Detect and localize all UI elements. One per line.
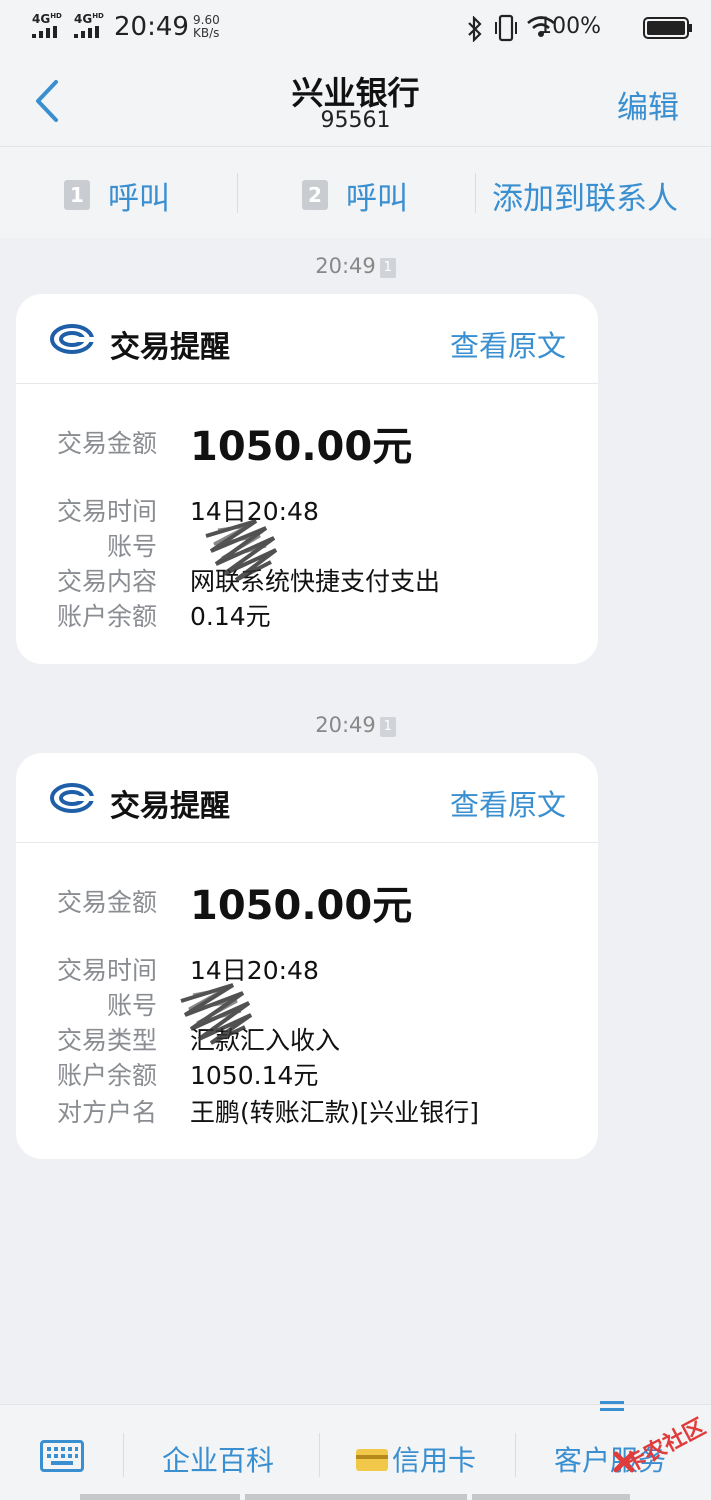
timestamp-text: 20:49 [315,254,376,278]
sender-number: 95561 [320,108,391,133]
field-label: 交易金额 [56,429,157,458]
field-label: 交易金额 [56,888,157,917]
card-title: 交易提醒 [110,789,230,824]
field-row: 交易时间 14日20:48 [16,492,598,526]
status-clock: 20:49 [114,12,189,42]
sim1-icon: 1 [64,180,90,210]
message-card[interactable]: 交易提醒 查看原文 交易金额 1050.00元 交易时间 14日20:48 账号… [16,753,598,1159]
signal-type-sim1: 4G [32,12,51,26]
field-row: 账户余额 1050.14元 [16,1056,598,1090]
message-timestamp: 20:49 1 [0,254,711,278]
field-label: 账户余额 [56,1061,157,1090]
field-value: 0.14元 [190,602,271,631]
call-sim2-label: 呼叫 [346,180,408,217]
conversation-header: 兴业银行 95561 编辑 [0,56,711,146]
card-header: 交易提醒 查看原文 [16,294,598,384]
credit-card-button[interactable]: 信用卡 [392,1439,476,1479]
net-speed-unit: KB/s [193,26,220,40]
field-label: 对方户名 [56,1098,157,1127]
field-row: 交易内容 网联系统快捷支付支出 [16,562,598,596]
field-row: 账户余额 0.14元 [16,597,598,631]
signal-icon-sim2: 4GHD [74,12,104,38]
divider [515,1433,516,1477]
nav-strip [245,1494,467,1500]
sim-icon: 1 [379,258,396,278]
divider [475,173,476,213]
field-row: 对方户名 王鹏(转账汇款)[兴业银行] [16,1093,598,1127]
field-value: 王鹏(转账汇款)[兴业银行] [190,1098,480,1127]
call-sim1-button[interactable]: 1 呼叫 [64,175,170,217]
add-contact-label: 添加到联系人 [492,180,678,217]
field-label: 交易时间 [56,956,157,985]
redaction-scribble [180,983,253,1045]
field-row: 账号 [16,986,598,1020]
field-label: 交易类型 [56,1026,157,1055]
field-row: 账号 [16,527,598,561]
field-label: 交易时间 [56,497,157,526]
signal-icon-sim1: 4GHD [32,12,62,38]
divider [237,173,238,213]
add-contact-button[interactable]: 添加到联系人 [492,175,678,217]
watermark-logo: 卡农社区 [598,1410,710,1480]
net-speed: 9.60 KB/s [193,14,220,40]
redaction-scribble [205,519,278,582]
status-bar: 4GHD 4GHD 20:49 9.60 KB/s 100% [0,0,711,56]
card-title: 交易提醒 [110,330,230,365]
vibrate-icon [495,14,517,42]
message-timestamp: 20:49 1 [0,713,711,737]
battery-percent: 100% [538,14,601,39]
field-label: 账号 [106,991,157,1020]
cib-bank-logo-icon [50,324,94,354]
card-header: 交易提醒 查看原文 [16,753,598,843]
signal-type-sim2: 4G [74,12,93,26]
sim-icon: 1 [379,717,396,737]
amount-value: 1050.00元 [190,883,413,929]
view-original-link[interactable]: 查看原文 [450,782,566,824]
divider [123,1433,124,1477]
call-sim2-button[interactable]: 2 呼叫 [302,175,408,217]
field-label: 交易内容 [56,567,157,596]
message-card[interactable]: 交易提醒 查看原文 交易金额 1050.00元 交易时间 14日20:48 账号… [16,294,598,664]
edit-button[interactable]: 编辑 [617,82,679,127]
call-sim1-label: 呼叫 [108,180,170,217]
action-bar: 1 呼叫 2 呼叫 添加到联系人 [0,146,711,238]
credit-card-icon [356,1449,388,1471]
cib-bank-logo-icon [50,783,94,813]
bluetooth-icon [468,16,482,42]
watermark-text: 卡农社区 [620,1414,710,1478]
field-label: 账号 [106,532,157,561]
field-row: 交易类型 汇款汇入收入 [16,1021,598,1055]
field-row: 交易时间 14日20:48 [16,951,598,985]
field-label: 账户余额 [56,602,157,631]
divider [319,1433,320,1477]
company-wiki-button[interactable]: 企业百科 [162,1439,274,1479]
battery-icon [643,17,692,39]
nav-strip [80,1494,240,1500]
field-row: 交易金额 1050.00元 [16,873,598,929]
field-row: 交易金额 1050.00元 [16,414,598,470]
timestamp-text: 20:49 [315,713,376,737]
keyboard-icon[interactable] [40,1440,84,1472]
nav-strip [472,1494,630,1500]
view-original-link[interactable]: 查看原文 [450,323,566,365]
field-value: 1050.14元 [190,1061,319,1090]
sim2-icon: 2 [302,180,328,210]
amount-value: 1050.00元 [190,424,413,470]
